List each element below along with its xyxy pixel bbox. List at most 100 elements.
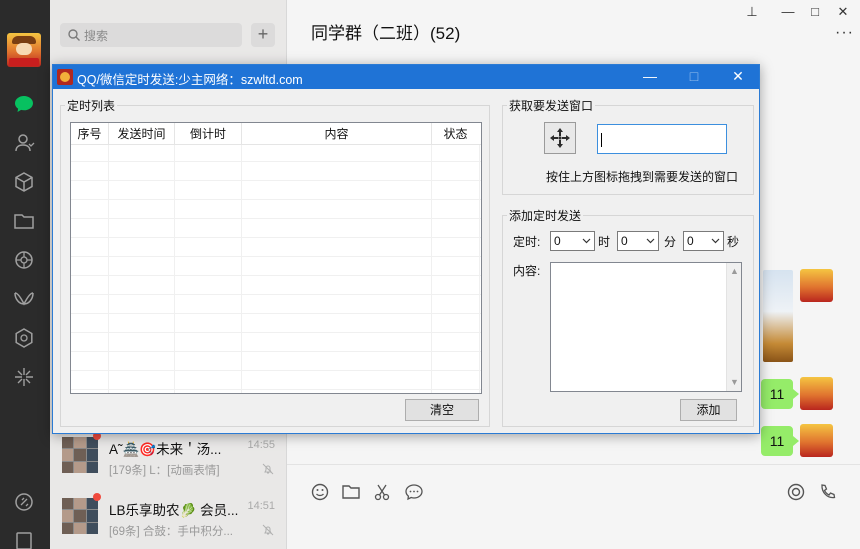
phone-link-icon[interactable] <box>13 491 35 513</box>
chevron-down-icon <box>582 238 591 244</box>
menu-icon[interactable] <box>13 530 35 549</box>
column-header-content[interactable]: 内容 <box>242 123 432 145</box>
add-schedule-legend: 添加定时发送 <box>509 209 582 223</box>
text-caret <box>601 132 602 147</box>
table-row <box>71 275 481 276</box>
chevron-down-icon <box>711 238 720 244</box>
second-unit-label: 秒 <box>727 235 740 249</box>
conversation-name: LB乐享助农🥬 会员... <box>109 503 239 518</box>
minimize-button[interactable]: — <box>779 4 797 22</box>
conversation-name: A˜🏯🎯未来＇汤... <box>109 442 222 457</box>
chevron-down-icon <box>646 238 655 244</box>
content-scrollbar[interactable]: ▲ ▼ <box>726 263 741 391</box>
contacts-icon[interactable] <box>13 132 35 154</box>
input-divider <box>287 464 860 465</box>
hour-unit-label: 时 <box>598 235 611 249</box>
maximize-button[interactable]: □ <box>806 4 824 22</box>
dialog-titlebar[interactable]: QQ/微信定时发送:少主网络：szwltd.com — □ ✕ <box>53 65 759 89</box>
call-icon[interactable] <box>818 482 838 502</box>
conversation-preview: [179条] L：[动画表情] <box>109 465 220 477</box>
grid-line <box>174 145 175 393</box>
drag-hint-text: 按住上方图标拖拽到需要发送的窗口 <box>546 170 739 184</box>
table-row <box>71 161 481 162</box>
image-message[interactable] <box>763 270 793 362</box>
clear-button[interactable]: 清空 <box>405 399 479 421</box>
column-header-status[interactable]: 状态 <box>432 123 479 145</box>
table-row <box>71 218 481 219</box>
more-options-button[interactable]: ··· <box>835 24 854 42</box>
table-row <box>71 370 481 371</box>
minute-value: 0 <box>621 234 628 248</box>
user-avatar[interactable] <box>7 33 41 67</box>
chat-title: 同学群（二班）(52) <box>311 24 461 43</box>
time-label: 定时: <box>513 235 541 249</box>
column-header-countdown[interactable]: 倒计时 <box>175 123 242 145</box>
list-item[interactable]: A˜🏯🎯未来＇汤... 14:55 [179条] L：[动画表情] <box>50 427 287 489</box>
close-button[interactable]: ✕ <box>834 4 852 22</box>
conversation-preview: [69条] 合鼓：手中积分... <box>109 526 233 538</box>
window-finder-button[interactable] <box>544 122 576 154</box>
app-logo-icon <box>57 69 73 85</box>
message-content-textarea[interactable]: ▲ ▼ <box>550 262 742 392</box>
favorites-cube-icon[interactable] <box>13 171 35 193</box>
column-header-send-time[interactable]: 发送时间 <box>109 123 175 145</box>
crosshair-move-icon <box>550 128 570 148</box>
unread-dot <box>93 493 101 501</box>
wechat-sidebar <box>0 0 50 549</box>
screenshot-scissors-icon[interactable] <box>373 482 393 502</box>
second-value: 0 <box>687 234 694 248</box>
message-bubble[interactable]: 11 <box>761 379 799 409</box>
schedule-list-legend: 定时列表 <box>67 99 116 113</box>
hour-select[interactable]: 0 <box>550 231 595 251</box>
search-placeholder: 搜索 <box>84 29 109 43</box>
add-button[interactable]: 添加 <box>680 399 737 421</box>
moments-icon[interactable] <box>13 249 35 271</box>
conversation-time: 14:51 <box>247 500 275 512</box>
search-icon <box>68 29 80 41</box>
search-input[interactable]: 搜索 <box>60 23 242 47</box>
emoji-icon[interactable] <box>310 482 330 502</box>
second-select[interactable]: 0 <box>683 231 724 251</box>
dialog-maximize-button: □ <box>689 68 699 84</box>
table-row <box>71 389 481 390</box>
live-icon[interactable] <box>786 482 806 502</box>
grid-line <box>108 145 109 393</box>
table-row <box>71 313 481 314</box>
list-item[interactable]: LB乐享助农🥬 会员... 14:51 [69条] 合鼓：手中积分... <box>50 488 287 549</box>
table-row <box>71 199 481 200</box>
table-row <box>71 237 481 238</box>
channels-icon[interactable] <box>13 288 35 310</box>
grid-line <box>431 145 432 393</box>
avatar[interactable] <box>800 424 833 457</box>
window-handle-input[interactable] <box>597 124 727 154</box>
mute-bell-icon <box>262 463 274 475</box>
mute-bell-icon <box>262 524 274 536</box>
dialog-close-button[interactable]: ✕ <box>717 65 759 89</box>
table-row <box>71 332 481 333</box>
minute-unit-label: 分 <box>664 235 677 249</box>
conversation-time: 14:55 <box>247 439 275 451</box>
folder-icon[interactable] <box>13 210 35 232</box>
avatar[interactable] <box>800 269 833 302</box>
scroll-up-arrow-icon[interactable]: ▲ <box>729 266 740 277</box>
scroll-down-arrow-icon[interactable]: ▼ <box>729 377 740 388</box>
group-avatar <box>62 437 98 473</box>
search-sparkle-icon[interactable] <box>13 366 35 388</box>
dialog-minimize-button[interactable]: — <box>629 65 671 89</box>
chat-icon[interactable] <box>13 93 35 115</box>
avatar[interactable] <box>800 377 833 410</box>
content-label: 内容: <box>513 264 541 278</box>
mini-program-icon[interactable] <box>13 327 35 349</box>
grid-line <box>479 145 480 393</box>
table-row <box>71 256 481 257</box>
column-header-index[interactable]: 序号 <box>71 123 109 145</box>
message-bubble[interactable]: 11 <box>761 426 799 456</box>
minute-select[interactable]: 0 <box>617 231 659 251</box>
add-chat-button[interactable]: + <box>251 23 275 47</box>
table-row <box>71 180 481 181</box>
pin-button[interactable]: ⊥ <box>743 4 761 22</box>
get-window-legend: 获取要发送窗口 <box>509 99 594 113</box>
file-folder-icon[interactable] <box>341 482 361 502</box>
schedule-table[interactable]: 序号 发送时间 倒计时 内容 状态 <box>70 122 482 394</box>
chat-history-icon[interactable] <box>404 482 424 502</box>
